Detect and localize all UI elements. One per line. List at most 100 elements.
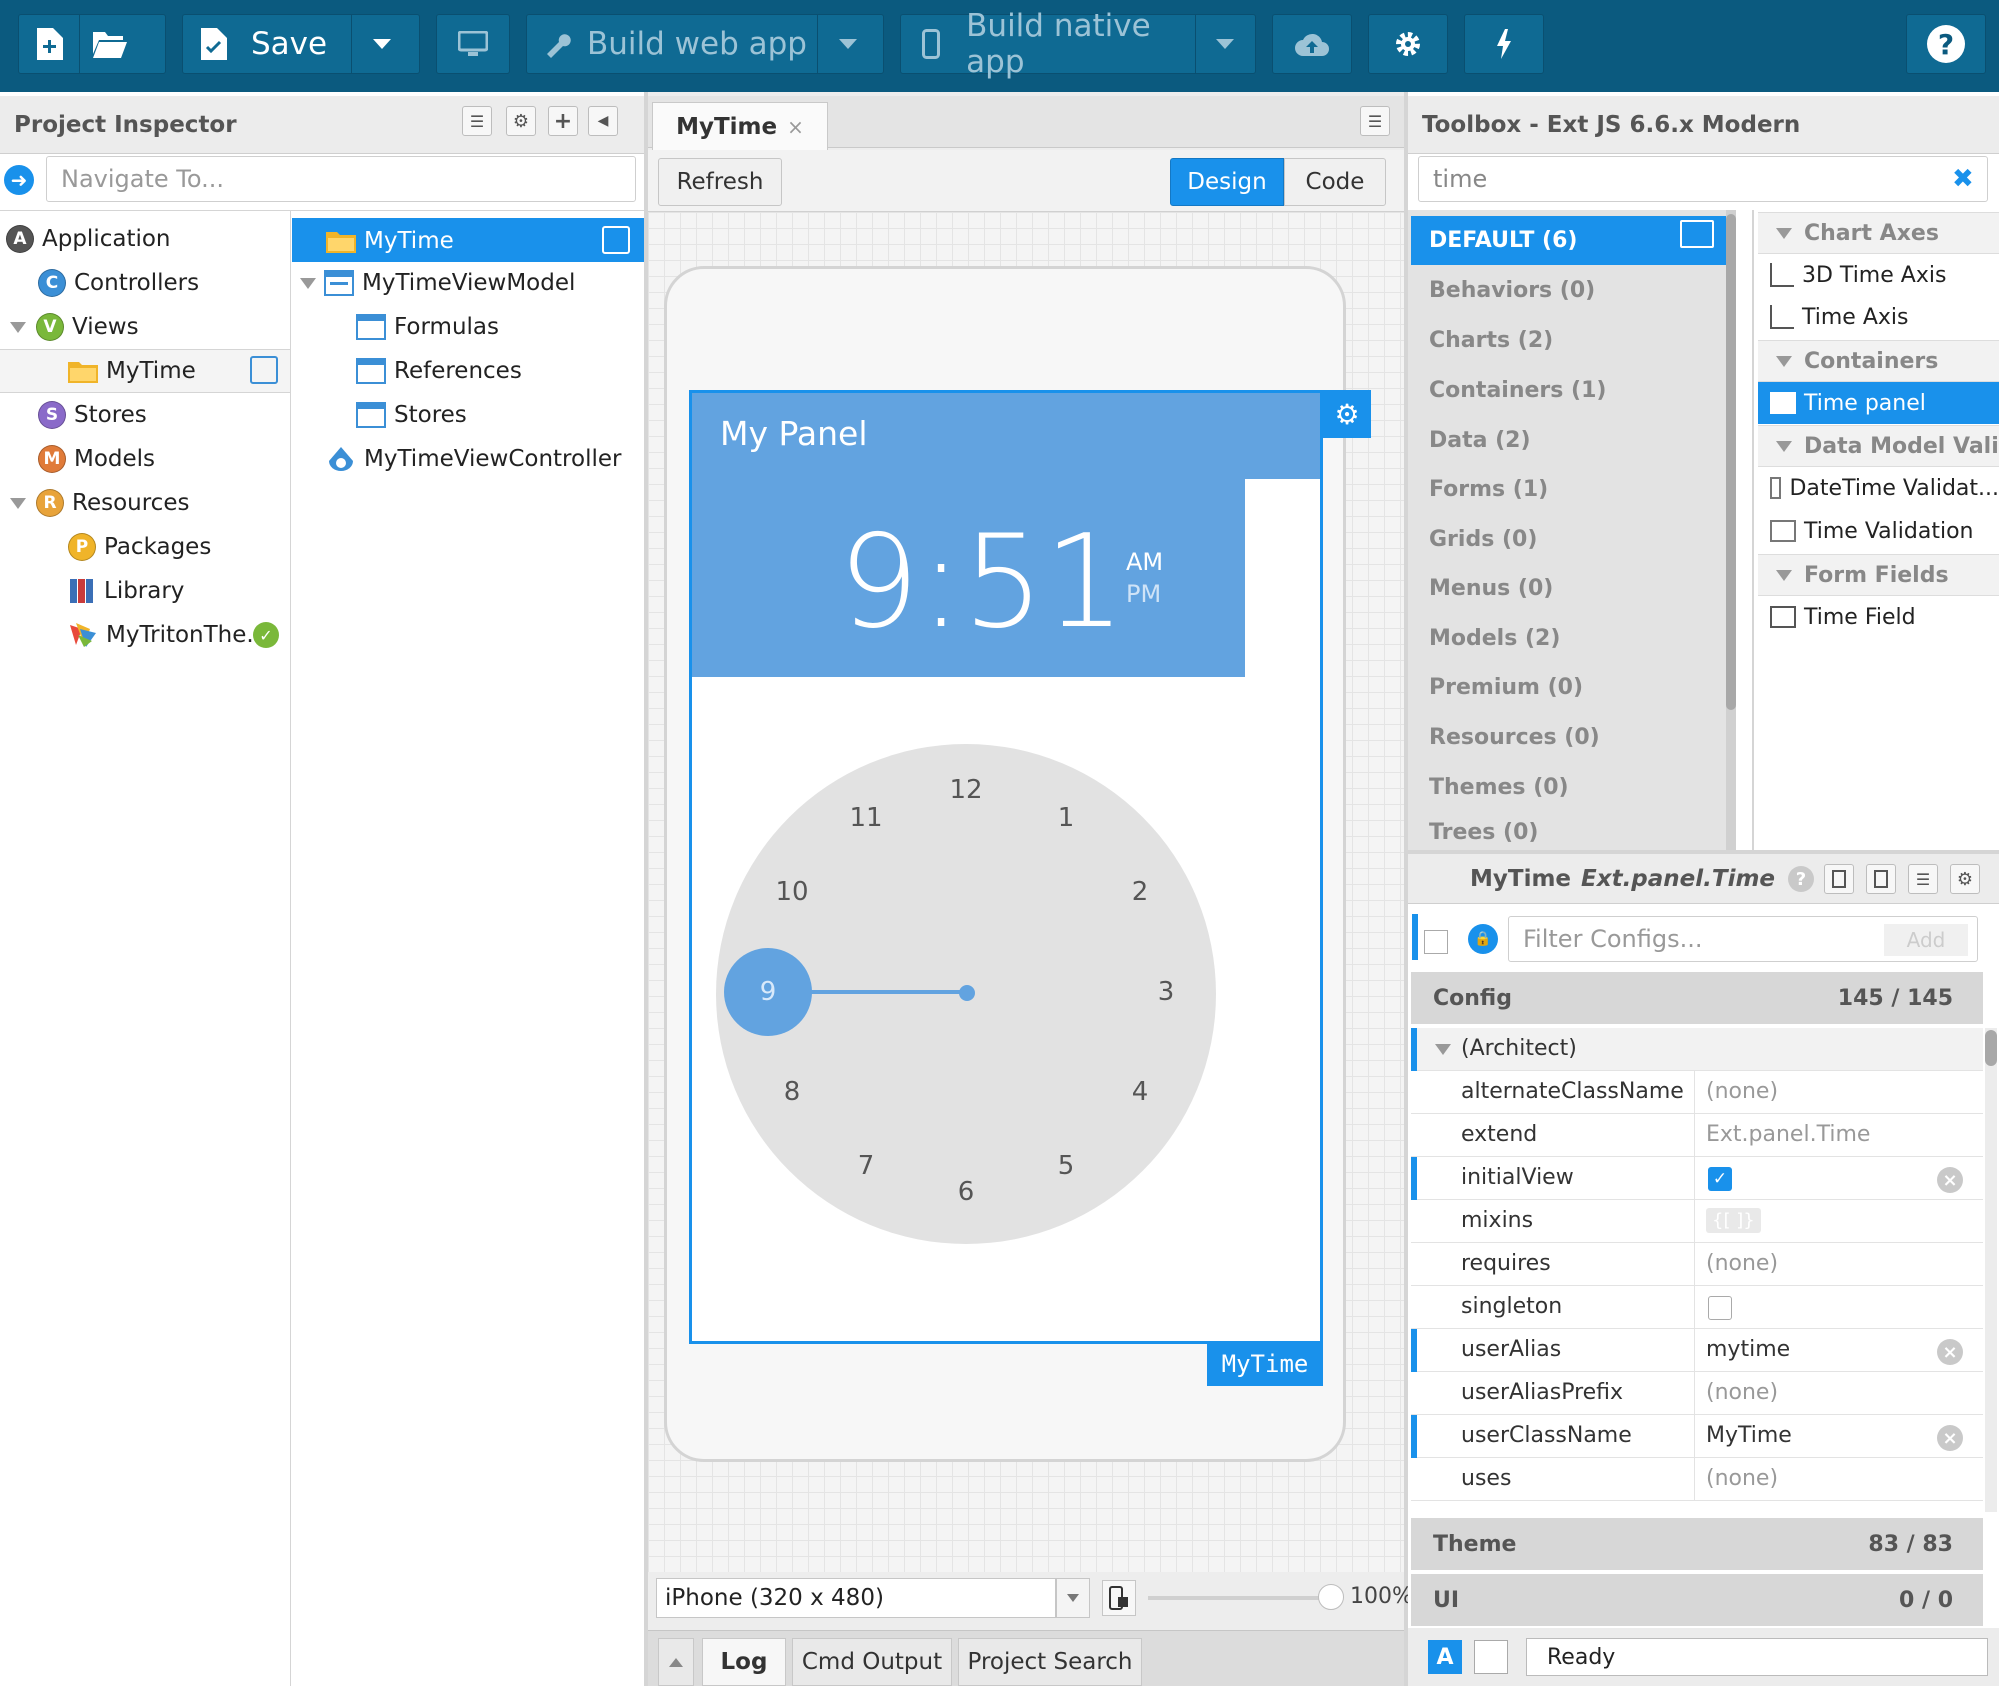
time-text[interactable]: 9:51 [838, 508, 1125, 657]
clear-search-icon[interactable]: ✖ [1952, 164, 1974, 194]
item-datetime-validation[interactable]: DateTime Validat... [1758, 467, 1999, 509]
section-containers[interactable]: Containers [1758, 340, 1999, 382]
detail-item-formulas[interactable]: Formulas [356, 306, 499, 348]
config-action-button-2[interactable] [1866, 864, 1896, 894]
build-native-app-button[interactable]: Build native app [900, 8, 1256, 80]
item-time-field[interactable]: Time Field [1758, 596, 1999, 638]
config-value[interactable]: Ext.panel.Time [1706, 1122, 1870, 1147]
category-trees[interactable]: Trees (0) [1411, 813, 1731, 851]
refresh-button[interactable]: Refresh [658, 158, 782, 206]
item-time-validation[interactable]: Time Validation [1758, 510, 1999, 552]
detail-item-stores[interactable]: Stores [356, 394, 467, 436]
clock-number[interactable]: 8 [784, 1077, 801, 1107]
component-settings-icon[interactable]: ⚙ [1323, 390, 1371, 438]
config-value[interactable]: mytime [1706, 1337, 1790, 1362]
save-file-icon[interactable] [183, 15, 243, 73]
inspector-settings-button[interactable]: ⚙ [506, 106, 536, 136]
category-settings-icon[interactable] [1680, 220, 1714, 248]
clock-number[interactable]: 7 [858, 1151, 875, 1181]
clock-number[interactable]: 10 [775, 877, 808, 907]
tree-item-application[interactable]: A Application [6, 218, 171, 260]
config-row[interactable]: alternateClassName (none) [1411, 1071, 1983, 1114]
pm-label[interactable]: PM [1126, 580, 1161, 608]
clock-number[interactable]: 3 [1158, 977, 1175, 1007]
config-value[interactable]: (none) [1706, 1251, 1778, 1276]
design-toggle-button[interactable]: Design [1170, 158, 1284, 206]
config-row[interactable]: initialView ✓ × [1411, 1157, 1983, 1200]
detail-item-references[interactable]: References [356, 350, 522, 392]
category-themes[interactable]: Themes (0) [1411, 763, 1731, 812]
settings-button[interactable] [1368, 14, 1448, 74]
save-dropdown-icon[interactable] [352, 15, 412, 73]
category-scrollbar-thumb[interactable] [1726, 214, 1736, 710]
clear-value-icon[interactable]: × [1937, 1425, 1963, 1451]
tree-item-models[interactable]: M Models [38, 438, 155, 480]
category-resources[interactable]: Resources (0) [1411, 713, 1731, 762]
tree-item-mytime[interactable]: MyTime [68, 350, 196, 392]
tab-cmd-output[interactable]: Cmd Output [792, 1638, 952, 1686]
help-icon[interactable]: ? [1788, 866, 1814, 892]
category-forms[interactable]: Forms (1) [1411, 465, 1731, 514]
tree-item-theme[interactable]: MyTritonThe.. [68, 614, 261, 656]
config-row[interactable]: singleton [1411, 1286, 1983, 1329]
tab-mytime[interactable]: MyTime × [652, 102, 828, 150]
tree-item-packages[interactable]: P Packages [68, 526, 211, 568]
config-list-view-button[interactable]: ☰ [1908, 864, 1938, 894]
add-config-button[interactable]: Add [1884, 924, 1968, 956]
config-row[interactable]: userAlias mytime × [1411, 1329, 1983, 1372]
canvas-menu-button[interactable]: ☰ [1360, 106, 1390, 136]
refresh-view-icon[interactable] [602, 226, 630, 254]
list-view-button[interactable]: ☰ [462, 106, 492, 136]
expand-arrow-icon[interactable] [10, 321, 26, 333]
preview-button[interactable] [436, 14, 510, 74]
clock-number[interactable]: 6 [958, 1177, 975, 1207]
build-native-dropdown-icon[interactable] [1196, 15, 1255, 73]
detail-item-viewcontroller[interactable]: MyTimeViewController [326, 438, 621, 480]
config-value[interactable]: {[ ]} [1706, 1208, 1761, 1233]
code-toggle-button[interactable]: Code [1284, 158, 1386, 206]
theme-section-header[interactable]: Theme 83 / 83 [1411, 1518, 1983, 1570]
config-value[interactable]: (none) [1706, 1079, 1778, 1104]
add-button[interactable]: + [548, 106, 578, 136]
category-grids[interactable]: Grids (0) [1411, 515, 1731, 564]
config-value[interactable]: MyTime [1706, 1423, 1792, 1448]
category-charts[interactable]: Charts (2) [1411, 316, 1731, 365]
new-file-icon[interactable] [19, 15, 79, 73]
section-chart-axes[interactable]: Chart Axes [1758, 212, 1999, 254]
clock-number[interactable]: 4 [1132, 1077, 1149, 1107]
status-a-button[interactable]: A [1428, 1640, 1462, 1674]
clock-number[interactable]: 12 [949, 775, 982, 805]
config-row[interactable]: extend Ext.panel.Time [1411, 1114, 1983, 1157]
expand-arrow-icon[interactable] [10, 497, 26, 509]
category-premium[interactable]: Premium (0) [1411, 663, 1731, 712]
clock-number[interactable]: 11 [849, 803, 882, 833]
navigate-arrow-icon[interactable]: ➜ [4, 165, 34, 195]
clock-number[interactable]: 2 [1132, 877, 1149, 907]
category-data[interactable]: Data (2) [1411, 416, 1731, 465]
tab-log[interactable]: Log [702, 1638, 786, 1686]
tab-project-search[interactable]: Project Search [958, 1638, 1142, 1686]
config-scrollbar-thumb[interactable] [1985, 1030, 1997, 1066]
component-tag[interactable]: MyTime [1207, 1342, 1323, 1386]
expand-arrow-icon[interactable] [300, 277, 316, 289]
selected-hour[interactable]: 9 [724, 948, 812, 1036]
clock-number[interactable]: 1 [1058, 803, 1075, 833]
status-export-icon[interactable] [1474, 1640, 1508, 1674]
config-section-header[interactable]: Config 145 / 145 [1411, 972, 1983, 1024]
collapse-panel-button[interactable]: ◀ [588, 106, 618, 136]
ui-section-header[interactable]: UI 0 / 0 [1411, 1574, 1983, 1626]
close-icon[interactable]: × [787, 115, 804, 139]
detail-item-viewmodel[interactable]: MyTimeViewModel [300, 262, 575, 304]
toolbox-search-input[interactable]: time [1418, 156, 1988, 202]
filter-checkbox[interactable] [1424, 930, 1448, 954]
item-3d-time-axis[interactable]: 3D Time Axis [1758, 254, 1999, 296]
cloud-upload-button[interactable] [1272, 14, 1352, 74]
clock-number[interactable]: 5 [1058, 1151, 1075, 1181]
item-time-axis[interactable]: Time Axis [1758, 296, 1999, 338]
navigate-to-input[interactable]: Navigate To... [46, 156, 636, 202]
config-row[interactable]: uses (none) [1411, 1458, 1983, 1501]
category-behaviors[interactable]: Behaviors (0) [1411, 266, 1731, 315]
flash-button[interactable] [1464, 14, 1544, 74]
initialview-checkbox[interactable]: ✓ [1708, 1167, 1732, 1191]
category-menus[interactable]: Menus (0) [1411, 564, 1731, 613]
